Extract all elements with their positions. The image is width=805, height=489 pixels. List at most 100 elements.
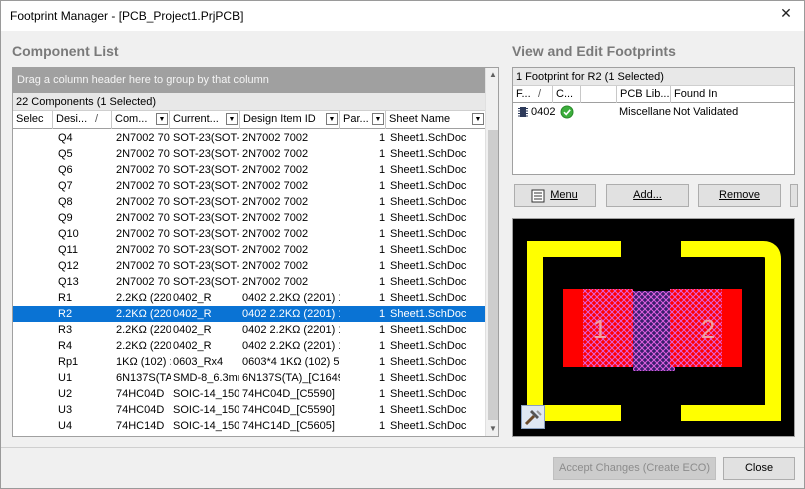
column-header-design-item-id[interactable]: Design Item ID ▼: [240, 111, 340, 129]
filter-dropdown-icon[interactable]: ▼: [326, 113, 338, 125]
table-row[interactable]: Q13 2N7002 70SOT-23(SOT-22N7002 7002 1 Shee…: [13, 274, 485, 290]
menu-button[interactable]: Menu: [514, 184, 596, 207]
cell-sheet-name: Sheet1.SchDoc: [390, 180, 467, 192]
table-row[interactable]: Q8 2N7002 70SOT-23(SOT-22N7002 7002 1 Sheet…: [13, 194, 485, 210]
scroll-thumb[interactable]: [488, 130, 498, 420]
table-row[interactable]: Q6 2N7002 70SOT-23(SOT-22N7002 7002 1 Sheet…: [13, 162, 485, 178]
table-row[interactable]: R2 2.2KΩ (220 0402_R 0402 2.2KΩ (2201) 1 1 Sh…: [13, 306, 485, 322]
sort-indicator: /: [95, 113, 99, 125]
group-by-panel[interactable]: Drag a column header here to group by th…: [13, 68, 485, 93]
table-row[interactable]: U3 74HC04D SOIC-14_150(74HC04D_[C5590] 1 She…: [13, 402, 485, 418]
cell-designator: Q4: [58, 132, 73, 144]
table-row[interactable]: Q10 2N7002 70SOT-23(SOT-22N7002 7002 1 Shee…: [13, 226, 485, 242]
footprint-preview[interactable]: 1 2: [512, 218, 795, 437]
footprint-row[interactable]: 0402 Miscellane Not Validated: [513, 104, 794, 120]
check-icon: [560, 105, 574, 119]
sort-indicator: /: [538, 88, 542, 100]
cell-parts: 1: [379, 356, 386, 368]
cell-design-item-id: 2N7002 7002: [242, 196, 309, 208]
table-row[interactable]: Q4 2N7002 70SOT-23(SOT-22N7002 7002 1 Sheet…: [13, 130, 485, 146]
cell-sheet-name: Sheet1.SchDoc: [390, 148, 467, 160]
footprint-preview-canvas: 1 2: [527, 241, 781, 421]
cell-current-footprint: SOT-23(SOT-2: [173, 212, 239, 224]
cell-sheet-name: Sheet1.SchDoc: [390, 420, 467, 432]
cell-sheet-name: Sheet1.SchDoc: [390, 164, 467, 176]
cell-sheet-name: Sheet1.SchDoc: [390, 372, 467, 384]
cell-current-footprint: SOT-23(SOT-2: [173, 244, 239, 256]
cell-parts: 1: [379, 228, 386, 240]
scroll-down-icon[interactable]: ▼: [486, 422, 498, 436]
more-button[interactable]: [790, 184, 798, 207]
hammer-tool-icon[interactable]: [521, 405, 545, 429]
table-row[interactable]: U1 6N137S(TA SMD-8_6.3mr 6N137S(TA)_[C1649(…: [13, 370, 485, 386]
footprint-count: 1 Footprint for R2 (1 Selected): [513, 68, 794, 86]
cell-designator: R1: [58, 292, 73, 304]
cell-current-footprint: SOIC-14_150(: [173, 420, 239, 432]
cell-sheet-name: Sheet1.SchDoc: [390, 388, 467, 400]
menu-list-icon: [531, 189, 545, 203]
column-header-current[interactable]: C...: [553, 86, 581, 103]
column-header-found-in[interactable]: Found In: [671, 86, 794, 103]
column-header-selected[interactable]: Selec: [13, 111, 53, 129]
cell-designator: R3: [58, 324, 73, 336]
cell-sheet-name: Sheet1.SchDoc: [390, 404, 467, 416]
filter-dropdown-icon[interactable]: ▼: [226, 113, 238, 125]
table-row[interactable]: Q9 2N7002 70SOT-23(SOT-22N7002 7002 1 Sheet…: [13, 210, 485, 226]
close-button[interactable]: Close: [723, 457, 795, 480]
close-window-icon[interactable]: ✕: [778, 5, 794, 21]
cell-design-item-id: 0402 2.2KΩ (2201) 1: [242, 292, 340, 304]
cell-design-item-id: 2N7002 7002: [242, 212, 309, 224]
table-row[interactable]: U2 74HC04D SOIC-14_150(74HC04D_[C5590] 1 She…: [13, 386, 485, 402]
table-row[interactable]: Q5 2N7002 70SOT-23(SOT-22N7002 7002 1 Sheet…: [13, 146, 485, 162]
table-row[interactable]: U4 74HC14D SOIC-14_150(74HC14D_[C5605] 1 She…: [13, 418, 485, 434]
cell-comment: 2.2KΩ (220: [116, 292, 171, 304]
remove-footprint-button[interactable]: Remove: [698, 184, 781, 207]
cell-designator: Q5: [58, 148, 73, 160]
cell-parts: 1: [379, 132, 386, 144]
table-row[interactable]: R4 2.2KΩ (220 0402_R 0402 2.2KΩ (2201) 1 1 Sh…: [13, 338, 485, 354]
filter-dropdown-icon[interactable]: ▼: [472, 113, 484, 125]
cell-sheet-name: Sheet1.SchDoc: [390, 356, 467, 368]
cell-design-item-id: 0402 2.2KΩ (2201) 1: [242, 340, 340, 352]
table-row[interactable]: R1 2.2KΩ (220 0402_R 0402 2.2KΩ (2201) 1 1 Sh…: [13, 290, 485, 306]
cell-design-item-id: 2N7002 7002: [242, 260, 309, 272]
filter-dropdown-icon[interactable]: ▼: [372, 113, 384, 125]
column-header-footprint[interactable]: F... /: [513, 86, 553, 103]
table-row[interactable]: Q11 2N7002 70SOT-23(SOT-22N7002 7002 1 Shee…: [13, 242, 485, 258]
filter-dropdown-icon[interactable]: ▼: [156, 113, 168, 125]
cell-current-footprint: SOT-23(SOT-2: [173, 196, 239, 208]
cell-sheet-name: Sheet1.SchDoc: [390, 324, 467, 336]
scroll-up-icon[interactable]: ▲: [486, 68, 498, 82]
cell-design-item-id: 0402 2.2KΩ (2201) 1: [242, 308, 340, 320]
cell-sheet-name: Sheet1.SchDoc: [390, 132, 467, 144]
cell-designator: Q6: [58, 164, 73, 176]
cell-designator: U3: [58, 404, 73, 416]
cell-parts: 1: [379, 308, 386, 320]
column-header-sheet-name[interactable]: Sheet Name ▼: [386, 111, 485, 129]
table-row[interactable]: Q12 2N7002 70SOT-23(SOT-22N7002 7002 1 Shee…: [13, 258, 485, 274]
column-header-blank[interactable]: [581, 86, 617, 103]
cell-sheet-name: Sheet1.SchDoc: [390, 196, 467, 208]
cell-design-item-id: 74HC04D_[C5590]: [242, 404, 335, 416]
cell-design-item-id: 2N7002 7002: [242, 164, 309, 176]
table-row[interactable]: Q7 2N7002 70SOT-23(SOT-22N7002 7002 1 Sheet…: [13, 178, 485, 194]
component-grid-scrollbar[interactable]: ▲ ▼: [485, 68, 498, 436]
accept-changes-button[interactable]: Accept Changes (Create ECO): [553, 457, 716, 480]
column-header-designator[interactable]: Desi... /: [53, 111, 112, 129]
column-header-parts[interactable]: Par... ▼: [340, 111, 386, 129]
column-header-current-footprint[interactable]: Current... ▼: [170, 111, 240, 129]
cell-designator: Rp1: [58, 356, 79, 368]
table-row[interactable]: Rp1 1KΩ (102) :0603_Rx4 0603*4 1KΩ (102) 5…: [13, 354, 485, 370]
table-row[interactable]: R3 2.2KΩ (220 0402_R 0402 2.2KΩ (2201) 1 1 Sh…: [13, 322, 485, 338]
column-header-pcb-library[interactable]: PCB Lib...: [617, 86, 671, 103]
footprints-title: View and Edit Footprints: [512, 43, 676, 59]
cell-sheet-name: Sheet1.SchDoc: [390, 292, 467, 304]
cell-design-item-id: 2N7002 7002: [242, 244, 309, 256]
column-header-comment[interactable]: Com... ▼: [112, 111, 170, 129]
cell-designator: R2: [58, 308, 73, 320]
add-footprint-button[interactable]: Add...: [606, 184, 689, 207]
cell-comment: 2N7002 70: [116, 164, 170, 176]
cell-design-item-id: 2N7002 7002: [242, 132, 309, 144]
cell-current-footprint: SOT-23(SOT-2: [173, 228, 239, 240]
cell-sheet-name: Sheet1.SchDoc: [390, 228, 467, 240]
